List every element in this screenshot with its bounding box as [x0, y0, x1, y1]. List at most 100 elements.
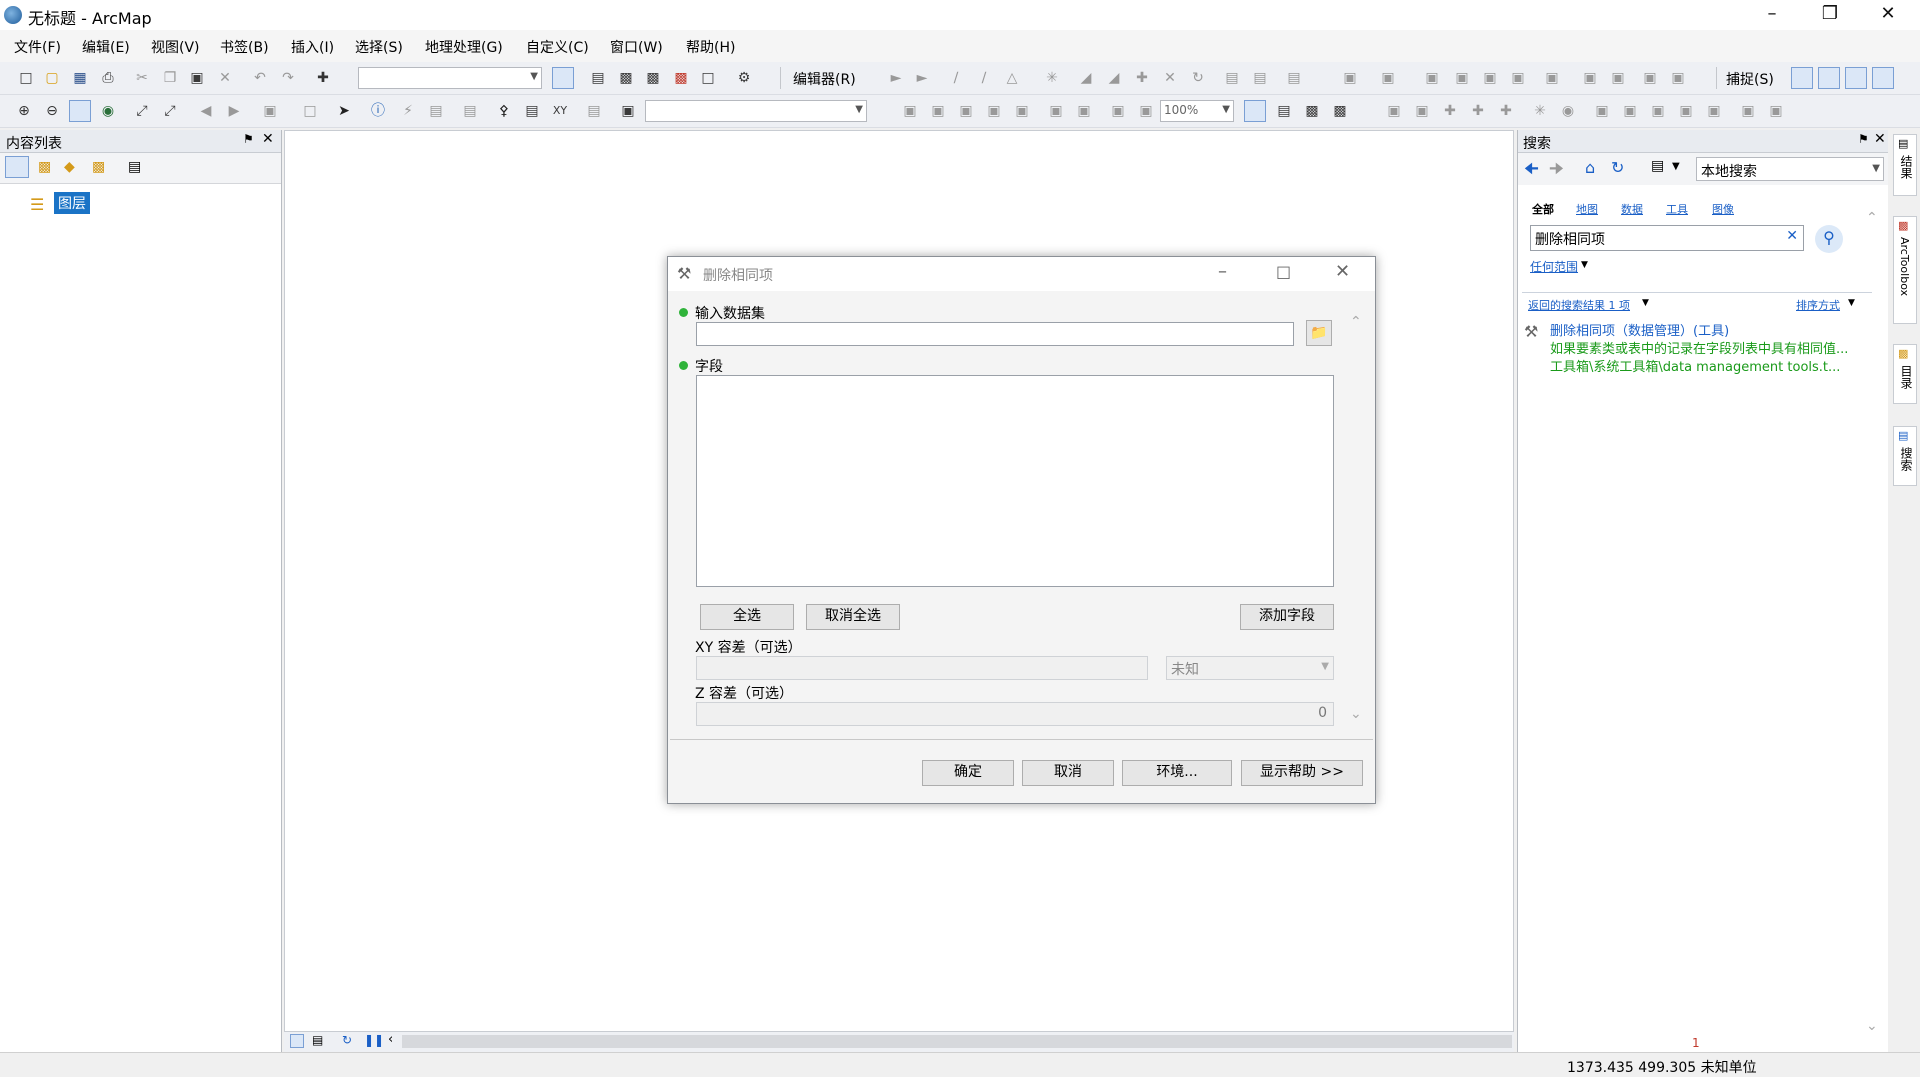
full-extent-icon[interactable]: ◉ [98, 101, 118, 121]
create-features-icon[interactable]: ▤ [1284, 68, 1304, 88]
georef-tool14-icon[interactable]: ▣ [1766, 101, 1786, 121]
align-icon[interactable]: ▣ [1640, 68, 1660, 88]
georef-tool7-icon[interactable]: ◉ [1558, 101, 1578, 121]
data-view-icon[interactable] [290, 1034, 304, 1048]
list-by-drawing-order-icon[interactable] [5, 156, 29, 178]
fillet-icon[interactable]: ▣ [1480, 68, 1500, 88]
map-scale-combo[interactable]: ▼ [358, 67, 542, 89]
spatial-adjustment-icon[interactable]: ▣ [1422, 68, 1442, 88]
back-extent-icon[interactable]: ◀ [196, 101, 216, 121]
vertex-snap-icon[interactable] [1845, 67, 1867, 89]
search-button-icon[interactable]: ⚲ [1815, 225, 1843, 253]
find-icon[interactable]: ⚴ [494, 101, 514, 121]
sketch-properties-icon[interactable]: ▤ [1250, 68, 1270, 88]
environments-button[interactable]: 环境... [1122, 760, 1232, 786]
toggle-draft-mode-icon[interactable] [1244, 100, 1266, 122]
editor-dropdown[interactable]: 编辑器(R) [793, 69, 856, 89]
scrollbar-thumb[interactable] [402, 1035, 1512, 1048]
new-document-icon[interactable]: □ [16, 68, 36, 88]
menu-view[interactable]: 视图(V) [151, 37, 200, 57]
pin-icon[interactable]: ⚑ [243, 132, 254, 146]
z-tolerance-field[interactable]: 0 [696, 702, 1334, 726]
identify-icon[interactable]: ⓘ [368, 101, 388, 121]
menu-customize[interactable]: 自定义(C) [526, 37, 589, 57]
clear-selection-icon[interactable]: □ [300, 101, 320, 121]
sort-link[interactable]: 排序方式 [1796, 297, 1840, 313]
side-tab-search[interactable]: ▤ 搜索 [1893, 426, 1917, 486]
point-icon[interactable]: ✳ [1042, 68, 1062, 88]
list-by-visibility-icon[interactable]: ◆ [64, 159, 75, 175]
fields-listbox[interactable] [696, 375, 1334, 587]
measure-icon[interactable]: ▤ [460, 101, 480, 121]
topology-icon[interactable]: ▣ [1340, 68, 1360, 88]
menu-geoprocessing[interactable]: 地理处理(G) [425, 37, 503, 57]
menu-help[interactable]: 帮助(H) [686, 37, 735, 57]
layout-view-icon[interactable]: ▤ [312, 1033, 323, 1047]
snapping-dropdown[interactable]: 捕捉(S) [1726, 69, 1774, 89]
editor-toolbar-icon[interactable] [552, 67, 574, 89]
search-options-icon[interactable]: ▤ [1651, 158, 1664, 174]
data-driven-pages-icon[interactable]: ▩ [1330, 101, 1350, 121]
python-window-icon[interactable]: □ [698, 68, 718, 88]
side-tab-arctoolbox[interactable]: ▩ ArcToolbox [1893, 216, 1917, 324]
cut-polygons-icon[interactable]: ✚ [1132, 68, 1152, 88]
change-layout-icon[interactable]: ▩ [1302, 101, 1322, 121]
explode-icon[interactable]: ▣ [1608, 68, 1628, 88]
close-icon[interactable]: ✕ [262, 131, 274, 147]
browse-folder-icon[interactable]: 📁 [1306, 320, 1332, 346]
cancel-button[interactable]: 取消 [1022, 760, 1114, 786]
scroll-up-icon[interactable]: ⌃ [1350, 314, 1362, 330]
refresh-icon[interactable]: ↻ [1611, 158, 1624, 177]
fixed-zoom-out-icon[interactable]: ⤢ [160, 101, 180, 121]
georef-tool12-icon[interactable]: ▣ [1704, 101, 1724, 121]
search-scope-select[interactable]: 本地搜索 ▼ [1696, 157, 1884, 181]
search-window-icon[interactable]: ▩ [643, 68, 663, 88]
attributes-icon[interactable]: ▤ [1222, 68, 1242, 88]
pan-icon[interactable] [69, 100, 91, 122]
end-snap-icon[interactable] [1818, 67, 1840, 89]
xy-tolerance-field[interactable] [696, 656, 1148, 680]
edge-snap-icon[interactable] [1872, 67, 1894, 89]
list-by-source-icon[interactable]: ▩ [38, 159, 51, 175]
zoom-out-icon[interactable]: ⊖ [42, 101, 62, 121]
chevron-down-icon[interactable]: ▼ [1642, 298, 1649, 308]
menu-insert[interactable]: 插入(I) [291, 37, 334, 57]
menu-windows[interactable]: 窗口(W) [610, 37, 663, 57]
trace-icon[interactable]: △ [1002, 68, 1022, 88]
dialog-maximize-button[interactable]: □ [1276, 262, 1291, 281]
find-route-icon[interactable]: ▤ [522, 101, 542, 121]
add-data-icon[interactable]: ✚ [313, 68, 333, 88]
copy-icon[interactable]: ❐ [160, 68, 180, 88]
scroll-down-icon[interactable]: ⌄ [1350, 706, 1362, 722]
fixed-zoom-in-icon[interactable]: ⤢ [132, 101, 152, 121]
tab-tools[interactable]: 工具 [1666, 201, 1688, 217]
close-window-button[interactable]: ✕ [1859, 0, 1917, 30]
save-icon[interactable]: ▦ [70, 68, 90, 88]
select-features-icon[interactable]: ▣ [260, 101, 280, 121]
page-number[interactable]: 1 [1692, 1036, 1700, 1050]
focus-data-frame-icon[interactable]: ▤ [1274, 101, 1294, 121]
cut-icon[interactable]: ✂ [132, 68, 152, 88]
add-field-button[interactable]: 添加字段 [1240, 604, 1334, 630]
edit-tool-icon[interactable]: ► [886, 68, 906, 88]
scroll-left-icon[interactable]: ‹ [388, 1032, 393, 1047]
create-viewer-icon[interactable]: ▣ [618, 101, 638, 121]
restore-button[interactable]: ❐ [1801, 0, 1859, 30]
georef-tool11-icon[interactable]: ▣ [1676, 101, 1696, 121]
pause-icon[interactable]: ❚❚ [364, 1033, 384, 1047]
rotate-icon[interactable]: ↻ [1188, 68, 1208, 88]
split-icon[interactable]: ✕ [1160, 68, 1180, 88]
georef-tool10-icon[interactable]: ▣ [1648, 101, 1668, 121]
georef-tool-icon[interactable]: ▣ [1384, 101, 1404, 121]
previous-layout-extent-icon[interactable]: ▣ [1108, 101, 1128, 121]
next-layout-extent-icon[interactable]: ▣ [1136, 101, 1156, 121]
hyperlink-icon[interactable]: ⚡ [398, 101, 418, 121]
endpoint-arc-icon[interactable]: ∕ [974, 68, 994, 88]
home-icon[interactable]: ⌂ [1585, 158, 1595, 177]
merge-icon[interactable]: ▣ [1580, 68, 1600, 88]
table-of-contents-icon[interactable]: ▤ [588, 68, 608, 88]
ok-button[interactable]: 确定 [922, 760, 1014, 786]
results-summary[interactable]: 返回的搜索结果 1 项 [1528, 297, 1630, 313]
chevron-down-icon[interactable]: ▼ [1581, 260, 1588, 270]
paste-icon[interactable]: ▣ [187, 68, 207, 88]
